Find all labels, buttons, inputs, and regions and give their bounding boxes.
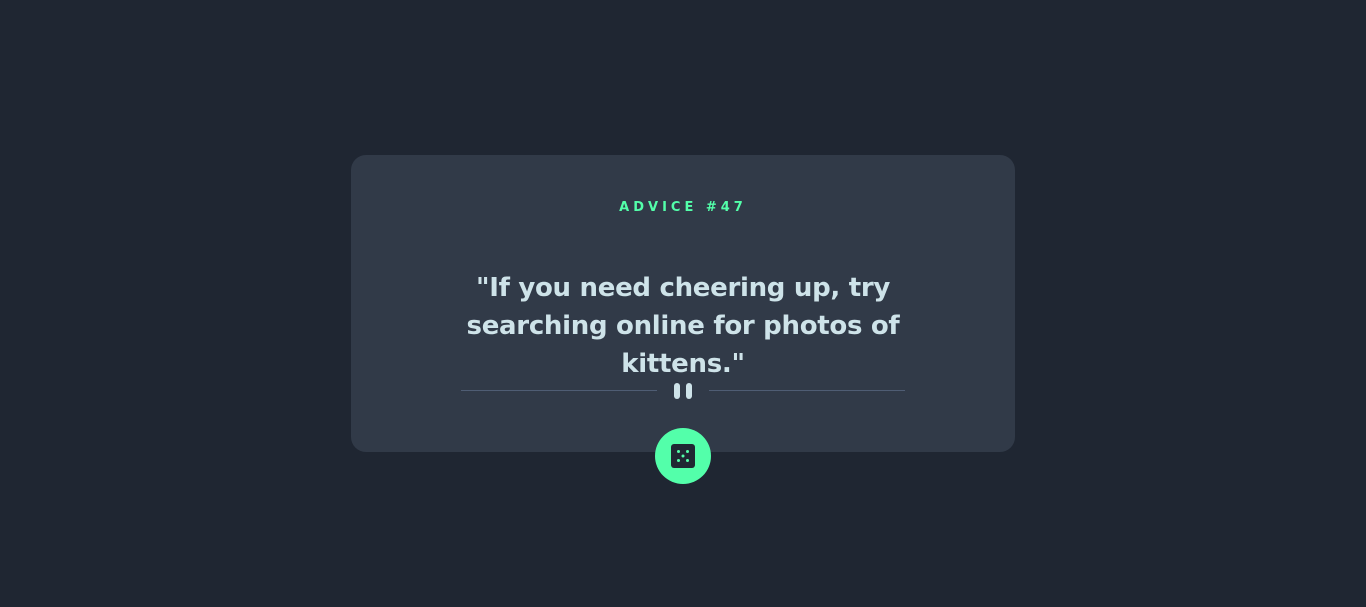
pattern-divider: [461, 381, 905, 401]
advice-quote: "If you need cheering up, try searching …: [466, 273, 900, 379]
advice-number: ADVICE #47: [619, 200, 747, 215]
advice-card: ADVICE #47 "If you need cheering up, try…: [351, 155, 1015, 452]
new-advice-button[interactable]: [655, 428, 711, 484]
divider-line-left: [461, 390, 657, 391]
dice-icon: [671, 444, 695, 468]
pause-icon: [672, 383, 694, 399]
divider-line-right: [709, 390, 905, 391]
